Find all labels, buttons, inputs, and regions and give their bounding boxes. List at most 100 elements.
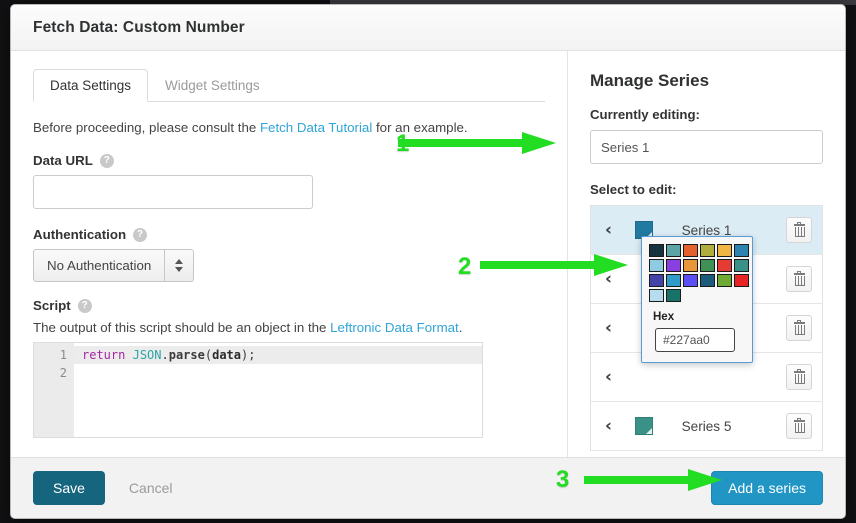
delete-series-button[interactable] [786, 364, 812, 390]
chevron-left-icon[interactable]: ‹ [605, 221, 625, 239]
script-label-row: Script ? [33, 298, 545, 313]
palette-color-chip[interactable] [734, 259, 749, 272]
color-palette [649, 244, 749, 302]
line-number: 2 [59, 366, 67, 380]
palette-color-chip[interactable] [666, 289, 681, 302]
annotation-number-1: 1 [396, 130, 410, 157]
modal-header: Fetch Data: Custom Number [11, 5, 845, 51]
palette-color-chip[interactable] [683, 274, 698, 287]
palette-color-chip[interactable] [683, 244, 698, 257]
color-picker-popup[interactable]: Hex [641, 236, 753, 363]
save-button[interactable]: Save [33, 471, 105, 505]
script-code-editor[interactable]: 1 2 return JSON.parse(data); [33, 342, 483, 438]
palette-color-chip[interactable] [717, 244, 732, 257]
data-url-label-row: Data URL ? [33, 153, 545, 168]
authentication-select-value: No Authentication [34, 250, 166, 281]
chevron-left-icon[interactable]: ‹ [605, 270, 625, 288]
series-name-label: Series 5 [681, 418, 732, 434]
caret-up-icon [175, 259, 184, 264]
palette-color-chip[interactable] [683, 259, 698, 272]
cancel-button[interactable]: Cancel [123, 479, 179, 497]
palette-color-chip[interactable] [717, 259, 732, 272]
currently-editing-input[interactable] [590, 130, 823, 164]
chevron-left-icon[interactable]: ‹ [605, 368, 625, 386]
code-token-open-paren: ( [204, 348, 213, 362]
script-label: Script [33, 298, 71, 313]
help-icon-data-url[interactable]: ? [99, 153, 114, 168]
intro-text-after: for an example. [372, 120, 468, 135]
palette-color-chip[interactable] [734, 274, 749, 287]
delete-series-button[interactable] [786, 217, 812, 243]
delete-series-button[interactable] [786, 413, 812, 439]
script-description: The output of this script should be an o… [33, 320, 545, 335]
trash-icon [793, 222, 805, 237]
trash-lid-icon [797, 418, 801, 420]
code-gutter: 1 2 [34, 343, 74, 437]
code-token-close-paren: ); [241, 348, 256, 362]
palette-color-chip[interactable] [666, 274, 681, 287]
annotation-number-3: 3 [556, 466, 570, 493]
fetch-data-modal: Fetch Data: Custom Number Data Settings … [10, 4, 846, 519]
modal-title: Fetch Data: Custom Number [33, 18, 245, 36]
trash-icon [793, 369, 805, 384]
help-icon-authentication[interactable]: ? [133, 227, 148, 242]
trash-icon [793, 320, 805, 335]
script-description-before: The output of this script should be an o… [33, 320, 331, 335]
palette-color-chip[interactable] [717, 274, 732, 287]
series-row[interactable]: ‹ Series 5 [591, 402, 822, 451]
authentication-select[interactable]: No Authentication [33, 249, 195, 282]
authentication-stepper-icon[interactable] [165, 250, 194, 281]
code-token-return: return [82, 348, 126, 362]
palette-color-chip[interactable] [649, 289, 664, 302]
series-color-swatch[interactable] [635, 417, 653, 435]
trash-icon [793, 271, 805, 286]
script-description-after: . [458, 320, 463, 335]
manage-series-title: Manage Series [590, 71, 710, 90]
trash-icon [793, 418, 805, 433]
code-token-json: JSON [132, 348, 162, 362]
caret-down-icon [175, 267, 184, 272]
line-number: 1 [59, 348, 67, 362]
modal-footer: Save Cancel Add a series [11, 457, 845, 518]
authentication-label-row: Authentication ? [33, 227, 545, 242]
palette-color-chip[interactable] [649, 259, 664, 272]
palette-color-chip[interactable] [700, 259, 715, 272]
hex-input[interactable] [655, 328, 735, 352]
chevron-left-icon[interactable]: ‹ [605, 319, 625, 337]
palette-color-chip[interactable] [649, 244, 664, 257]
palette-color-chip[interactable] [700, 274, 715, 287]
fetch-data-tutorial-link[interactable]: Fetch Data Tutorial [260, 120, 372, 135]
authentication-label: Authentication [33, 227, 127, 242]
annotation-number-2: 2 [458, 253, 472, 280]
chevron-left-icon[interactable]: ‹ [605, 417, 625, 435]
palette-color-chip[interactable] [666, 244, 681, 257]
palette-color-chip[interactable] [649, 274, 664, 287]
trash-lid-icon [797, 222, 801, 224]
intro-text: Before proceeding, please consult the Fe… [33, 120, 545, 135]
tab-data-settings[interactable]: Data Settings [33, 69, 149, 102]
add-series-button[interactable]: Add a series [711, 471, 823, 505]
leftronic-data-format-link[interactable]: Leftronic Data Format [330, 320, 459, 335]
code-token-dot: . [161, 348, 169, 362]
palette-color-chip[interactable] [734, 244, 749, 257]
delete-series-button[interactable] [786, 315, 812, 341]
help-icon-script[interactable]: ? [77, 298, 92, 313]
trash-lid-icon [797, 320, 801, 322]
select-to-edit-label: Select to edit: [590, 182, 677, 197]
tab-bar: Data Settings Widget Settings [33, 69, 545, 102]
data-url-label: Data URL [33, 153, 93, 168]
tab-widget-settings[interactable]: Widget Settings [148, 69, 277, 102]
trash-lid-icon [797, 369, 801, 371]
data-url-input[interactable] [33, 175, 313, 209]
delete-series-button[interactable] [786, 266, 812, 292]
palette-color-chip[interactable] [666, 259, 681, 272]
intro-text-before: Before proceeding, please consult the [33, 120, 260, 135]
code-area[interactable]: return JSON.parse(data); [74, 343, 482, 437]
palette-color-chip[interactable] [700, 244, 715, 257]
hex-label: Hex [653, 311, 675, 323]
trash-lid-icon [797, 271, 801, 273]
left-pane: Data Settings Widget Settings Before pro… [11, 51, 567, 457]
code-token-parse: parse [168, 348, 205, 362]
